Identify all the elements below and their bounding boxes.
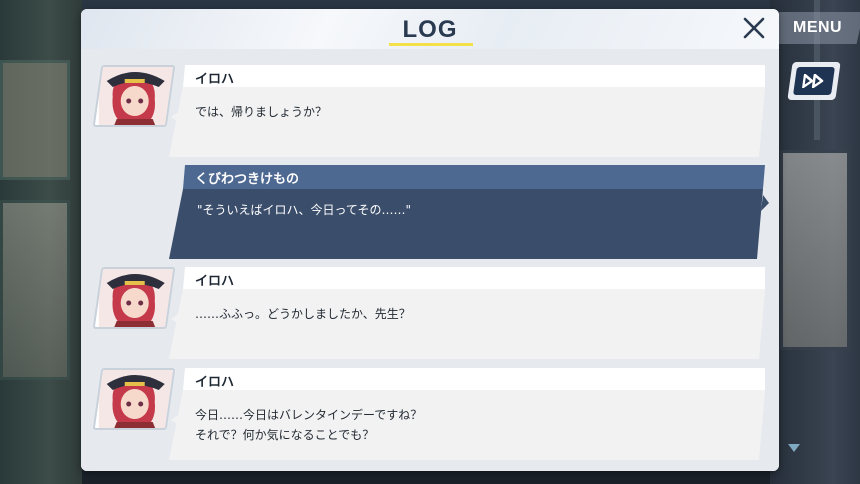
scroll-down-indicator-icon[interactable] [788,444,800,452]
npc-message-bubble: イロハ ……ふふっ。どうかしましたか、先生？ [169,267,765,359]
player-message-bubble: くびわつきけもの "そういえばイロハ、今日ってその……" [169,165,769,261]
speaker-name: イロハ [195,375,235,390]
menu-button-label: MENU [793,19,843,36]
dialogue-line: 今日……今日はバレンタインデーですね？ [195,408,423,422]
speaker-name: イロハ [195,72,235,87]
speaker-name: イロハ [195,274,235,289]
title-underline [389,43,473,46]
fast-forward-icon [793,67,835,95]
dialogue-line: では、帰りましょうか？ [195,105,328,119]
character-portrait [92,368,176,430]
speaker-name: くびわつきけもの [195,172,300,187]
npc-message-bubble: イロハ では、帰りましょうか？ [169,65,765,157]
log-panel: LOG イロハ では、帰りましょうか？ くびわつきけもの "そういえばイロハ、今… [81,9,779,471]
shop-window-right [780,150,850,350]
skip-button[interactable] [787,62,841,100]
log-list[interactable]: イロハ では、帰りましょうか？ くびわつきけもの "そういえばイロハ、今日ってそ… [81,49,779,471]
background-shop-left [0,0,82,484]
page-title: LOG [402,16,458,43]
npc-message-bubble: イロハ 今日……今日はバレンタインデーですね？ それで？何か気になることでも？ [169,368,765,460]
character-portrait [92,267,176,329]
dialogue-line: ……ふふっ。どうかしましたか、先生？ [195,307,411,321]
dialogue-line: "そういえばイロハ、今日ってその……" [197,203,412,217]
dialogue-line: それで？何か気になることでも？ [195,428,375,442]
shop-sign [0,60,70,180]
close-icon[interactable] [741,15,767,41]
character-portrait [92,65,176,127]
shop-window [0,200,70,380]
menu-button[interactable]: MENU [772,12,860,44]
